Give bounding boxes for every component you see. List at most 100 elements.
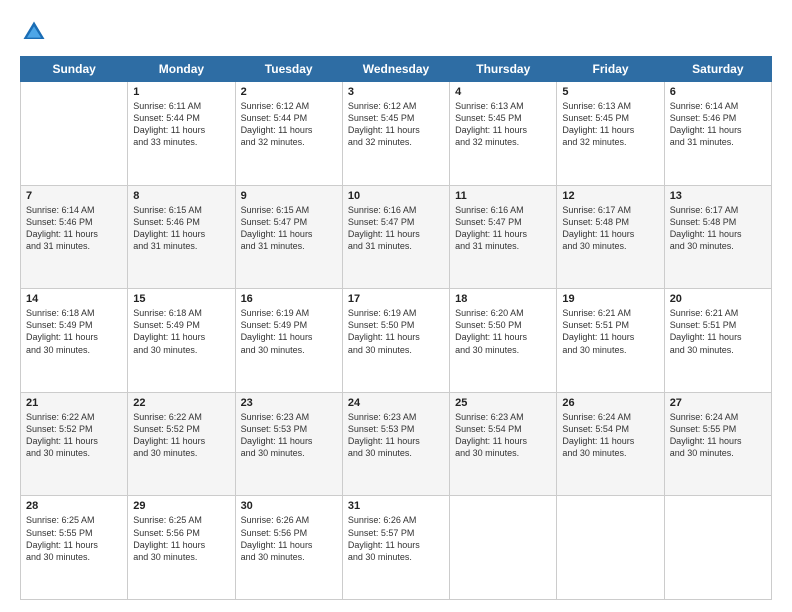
calendar-cell <box>664 496 771 600</box>
day-number: 12 <box>562 190 658 202</box>
day-number: 15 <box>133 293 229 305</box>
day-info: Sunrise: 6:22 AM Sunset: 5:52 PM Dayligh… <box>133 411 229 460</box>
day-number: 14 <box>26 293 122 305</box>
calendar-cell <box>21 82 128 186</box>
day-info: Sunrise: 6:12 AM Sunset: 5:44 PM Dayligh… <box>241 100 337 149</box>
day-number: 24 <box>348 397 444 409</box>
calendar-table: SundayMondayTuesdayWednesdayThursdayFrid… <box>20 56 772 600</box>
day-header-tuesday: Tuesday <box>235 57 342 82</box>
day-number: 10 <box>348 190 444 202</box>
day-number: 1 <box>133 86 229 98</box>
calendar-cell: 28 Sunrise: 6:25 AM Sunset: 5:55 PM Dayli… <box>21 496 128 600</box>
calendar-cell: 24 Sunrise: 6:23 AM Sunset: 5:53 PM Dayli… <box>342 392 449 496</box>
calendar-cell: 19 Sunrise: 6:21 AM Sunset: 5:51 PM Dayli… <box>557 289 664 393</box>
calendar-cell: 10 Sunrise: 6:16 AM Sunset: 5:47 PM Dayli… <box>342 185 449 289</box>
calendar-cell: 21 Sunrise: 6:22 AM Sunset: 5:52 PM Dayli… <box>21 392 128 496</box>
day-info: Sunrise: 6:21 AM Sunset: 5:51 PM Dayligh… <box>670 307 766 356</box>
day-info: Sunrise: 6:16 AM Sunset: 5:47 PM Dayligh… <box>348 204 444 253</box>
calendar-cell: 13 Sunrise: 6:17 AM Sunset: 5:48 PM Dayli… <box>664 185 771 289</box>
day-info: Sunrise: 6:11 AM Sunset: 5:44 PM Dayligh… <box>133 100 229 149</box>
day-info: Sunrise: 6:22 AM Sunset: 5:52 PM Dayligh… <box>26 411 122 460</box>
day-number: 25 <box>455 397 551 409</box>
day-number: 9 <box>241 190 337 202</box>
day-info: Sunrise: 6:17 AM Sunset: 5:48 PM Dayligh… <box>562 204 658 253</box>
calendar-cell: 9 Sunrise: 6:15 AM Sunset: 5:47 PM Daylig… <box>235 185 342 289</box>
day-header-monday: Monday <box>128 57 235 82</box>
day-info: Sunrise: 6:16 AM Sunset: 5:47 PM Dayligh… <box>455 204 551 253</box>
day-header-saturday: Saturday <box>664 57 771 82</box>
day-info: Sunrise: 6:12 AM Sunset: 5:45 PM Dayligh… <box>348 100 444 149</box>
day-number: 13 <box>670 190 766 202</box>
calendar-cell: 16 Sunrise: 6:19 AM Sunset: 5:49 PM Dayli… <box>235 289 342 393</box>
day-info: Sunrise: 6:13 AM Sunset: 5:45 PM Dayligh… <box>455 100 551 149</box>
calendar-cell: 15 Sunrise: 6:18 AM Sunset: 5:49 PM Dayli… <box>128 289 235 393</box>
calendar-cell: 5Sunrise: 6:13 AM Sunset: 5:45 PM Daylig… <box>557 82 664 186</box>
calendar-cell: 26 Sunrise: 6:24 AM Sunset: 5:54 PM Dayli… <box>557 392 664 496</box>
header <box>20 18 772 46</box>
day-number: 31 <box>348 500 444 512</box>
day-number: 6 <box>670 86 766 98</box>
day-info: Sunrise: 6:23 AM Sunset: 5:53 PM Dayligh… <box>348 411 444 460</box>
day-number: 28 <box>26 500 122 512</box>
calendar-cell: 1 Sunrise: 6:11 AM Sunset: 5:44 PM Daylig… <box>128 82 235 186</box>
calendar-cell: 17 Sunrise: 6:19 AM Sunset: 5:50 PM Dayli… <box>342 289 449 393</box>
day-number: 7 <box>26 190 122 202</box>
calendar-cell: 30 Sunrise: 6:26 AM Sunset: 5:56 PM Dayli… <box>235 496 342 600</box>
day-number: 30 <box>241 500 337 512</box>
day-number: 23 <box>241 397 337 409</box>
day-info: Sunrise: 6:15 AM Sunset: 5:46 PM Dayligh… <box>133 204 229 253</box>
day-info: Sunrise: 6:21 AM Sunset: 5:51 PM Dayligh… <box>562 307 658 356</box>
calendar-cell: 29Sunrise: 6:25 AM Sunset: 5:56 PM Dayli… <box>128 496 235 600</box>
day-number: 26 <box>562 397 658 409</box>
day-info: Sunrise: 6:15 AM Sunset: 5:47 PM Dayligh… <box>241 204 337 253</box>
logo <box>20 18 50 46</box>
day-header-wednesday: Wednesday <box>342 57 449 82</box>
calendar-cell <box>557 496 664 600</box>
calendar-cell <box>450 496 557 600</box>
day-info: Sunrise: 6:20 AM Sunset: 5:50 PM Dayligh… <box>455 307 551 356</box>
day-number: 22 <box>133 397 229 409</box>
day-number: 17 <box>348 293 444 305</box>
calendar-cell: 23 Sunrise: 6:23 AM Sunset: 5:53 PM Dayli… <box>235 392 342 496</box>
day-number: 2 <box>241 86 337 98</box>
day-info: Sunrise: 6:23 AM Sunset: 5:54 PM Dayligh… <box>455 411 551 460</box>
day-info: Sunrise: 6:24 AM Sunset: 5:55 PM Dayligh… <box>670 411 766 460</box>
calendar-cell: 3 Sunrise: 6:12 AM Sunset: 5:45 PM Daylig… <box>342 82 449 186</box>
day-number: 11 <box>455 190 551 202</box>
calendar-cell: 2 Sunrise: 6:12 AM Sunset: 5:44 PM Daylig… <box>235 82 342 186</box>
day-info: Sunrise: 6:19 AM Sunset: 5:49 PM Dayligh… <box>241 307 337 356</box>
logo-icon <box>20 18 48 46</box>
day-number: 20 <box>670 293 766 305</box>
day-header-thursday: Thursday <box>450 57 557 82</box>
day-header-sunday: Sunday <box>21 57 128 82</box>
day-info: Sunrise: 6:25 AM Sunset: 5:56 PM Dayligh… <box>133 514 229 563</box>
day-number: 3 <box>348 86 444 98</box>
day-info: Sunrise: 6:14 AM Sunset: 5:46 PM Dayligh… <box>670 100 766 149</box>
calendar-cell: 7 Sunrise: 6:14 AM Sunset: 5:46 PM Daylig… <box>21 185 128 289</box>
day-number: 5 <box>562 86 658 98</box>
day-info: Sunrise: 6:23 AM Sunset: 5:53 PM Dayligh… <box>241 411 337 460</box>
day-info: Sunrise: 6:26 AM Sunset: 5:56 PM Dayligh… <box>241 514 337 563</box>
day-info: Sunrise: 6:19 AM Sunset: 5:50 PM Dayligh… <box>348 307 444 356</box>
calendar-cell: 31Sunrise: 6:26 AM Sunset: 5:57 PM Dayli… <box>342 496 449 600</box>
calendar-cell: 20 Sunrise: 6:21 AM Sunset: 5:51 PM Dayli… <box>664 289 771 393</box>
day-number: 16 <box>241 293 337 305</box>
day-info: Sunrise: 6:18 AM Sunset: 5:49 PM Dayligh… <box>133 307 229 356</box>
day-info: Sunrise: 6:17 AM Sunset: 5:48 PM Dayligh… <box>670 204 766 253</box>
day-number: 8 <box>133 190 229 202</box>
calendar-cell: 6 Sunrise: 6:14 AM Sunset: 5:46 PM Daylig… <box>664 82 771 186</box>
day-info: Sunrise: 6:24 AM Sunset: 5:54 PM Dayligh… <box>562 411 658 460</box>
day-number: 21 <box>26 397 122 409</box>
calendar-cell: 8 Sunrise: 6:15 AM Sunset: 5:46 PM Daylig… <box>128 185 235 289</box>
day-number: 4 <box>455 86 551 98</box>
day-info: Sunrise: 6:18 AM Sunset: 5:49 PM Dayligh… <box>26 307 122 356</box>
calendar-cell: 11 Sunrise: 6:16 AM Sunset: 5:47 PM Dayli… <box>450 185 557 289</box>
calendar-cell: 14 Sunrise: 6:18 AM Sunset: 5:49 PM Dayli… <box>21 289 128 393</box>
day-number: 27 <box>670 397 766 409</box>
page: SundayMondayTuesdayWednesdayThursdayFrid… <box>0 0 792 612</box>
calendar-cell: 25 Sunrise: 6:23 AM Sunset: 5:54 PM Dayli… <box>450 392 557 496</box>
day-info: Sunrise: 6:14 AM Sunset: 5:46 PM Dayligh… <box>26 204 122 253</box>
calendar-cell: 27 Sunrise: 6:24 AM Sunset: 5:55 PM Dayli… <box>664 392 771 496</box>
day-info: Sunrise: 6:25 AM Sunset: 5:55 PM Dayligh… <box>26 514 122 563</box>
day-number: 19 <box>562 293 658 305</box>
